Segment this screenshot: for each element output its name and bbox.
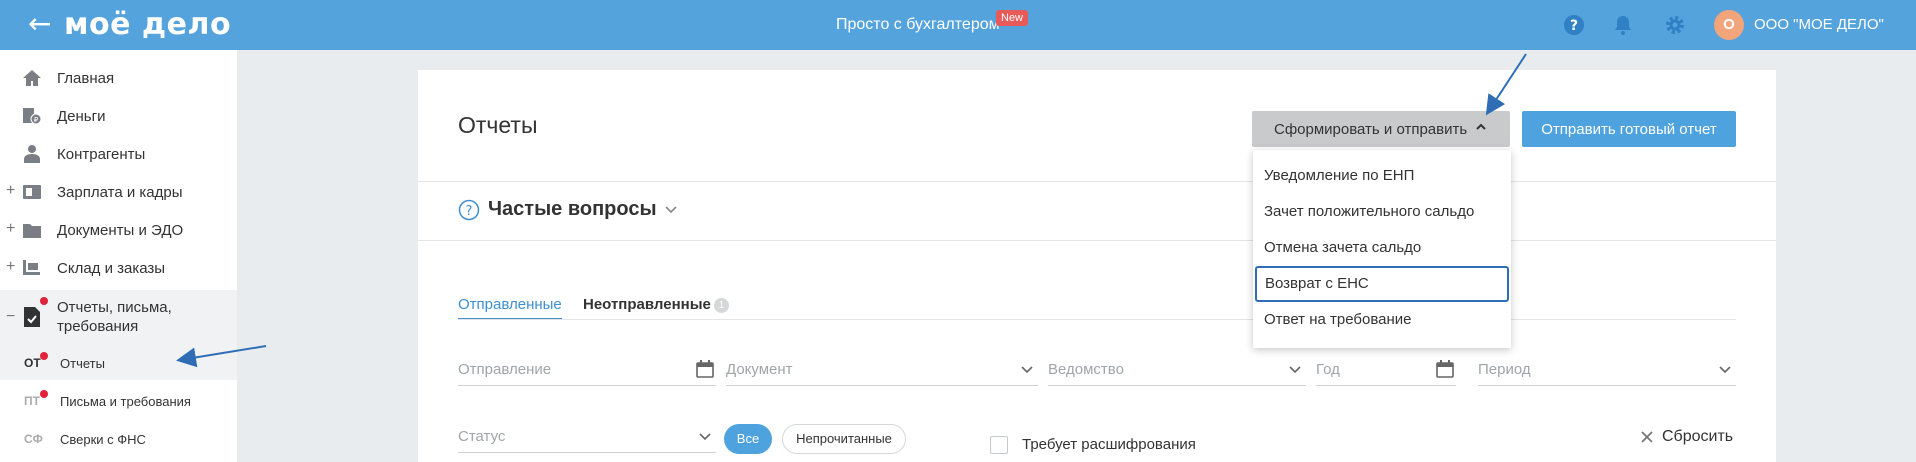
expand-icon[interactable]: + — [6, 182, 15, 200]
document-select[interactable]: Документ — [726, 352, 1038, 386]
folder-icon — [23, 224, 41, 238]
status-select[interactable]: Статус — [458, 419, 716, 453]
back-arrow-icon[interactable]: ← — [28, 9, 51, 39]
top-bar: ← моё дело Просто с бухгалтером New ? О … — [0, 0, 1916, 50]
expand-icon[interactable]: + — [6, 258, 15, 276]
sidebar-item-label-line1: Отчеты, письма, — [57, 299, 172, 316]
field-placeholder: Документ — [726, 361, 793, 378]
help-icon[interactable]: ? — [1562, 13, 1586, 37]
svg-text:?: ? — [466, 204, 473, 219]
needs-decryption-checkbox[interactable] — [990, 436, 1008, 454]
filter-unread-pill[interactable]: Непрочитанные — [782, 424, 906, 454]
expand-icon[interactable]: + — [6, 220, 15, 238]
generate-dropdown-menu: Уведомление по ЕНП Зачет положительного … — [1253, 150, 1511, 348]
sidebar-subitem-reconciliation[interactable]: СФ Сверки с ФНС — [0, 422, 237, 456]
needs-decryption-label[interactable]: Требует расшифрования — [1022, 436, 1196, 453]
menu-item-cancel-balance-offset[interactable]: Отмена зачета сальдо — [1253, 230, 1511, 266]
sidebar-item-label: Контрагенты — [57, 146, 146, 163]
sidebar-item-main[interactable]: Главная — [0, 60, 237, 96]
sidebar-item-label-line2: требования — [57, 318, 139, 335]
svg-text:?: ? — [1570, 18, 1578, 34]
subitem-label: Отчеты — [60, 356, 105, 371]
svg-text:₽: ₽ — [34, 116, 39, 124]
field-placeholder: Отправление — [458, 361, 552, 378]
agency-select[interactable]: Ведомство — [1048, 352, 1306, 386]
menu-item-requirement-reply[interactable]: Ответ на требование — [1253, 302, 1511, 338]
chevron-up-icon — [1476, 123, 1486, 130]
home-icon — [23, 70, 41, 86]
generate-button-label: Сформировать и отправить — [1274, 120, 1468, 138]
divider — [418, 181, 1776, 182]
year-field[interactable]: Год — [1316, 352, 1456, 386]
sidebar-item-label: Главная — [57, 70, 115, 87]
contractors-icon — [24, 145, 40, 163]
notification-dot — [40, 390, 48, 398]
field-placeholder: Год — [1316, 361, 1340, 378]
field-placeholder: Статус — [458, 428, 506, 445]
tabs-underline — [458, 319, 1736, 320]
subitem-abbr: ПТ — [24, 394, 40, 408]
field-placeholder: Ведомство — [1048, 361, 1124, 378]
bell-icon[interactable] — [1611, 13, 1635, 37]
chevron-down-icon — [699, 433, 711, 441]
sidebar-item-label: Отчеты, письма, требования — [57, 298, 172, 336]
gear-icon[interactable] — [1663, 13, 1687, 37]
chevron-down-icon — [1021, 366, 1033, 374]
filter-all-pill[interactable]: Все — [724, 424, 772, 454]
sidebar-item-reports[interactable]: − Отчеты, письма, требования — [0, 290, 237, 346]
salary-icon — [23, 185, 41, 199]
sidebar-item-salary[interactable]: + Зарплата и кадры — [0, 174, 237, 210]
chevron-down-icon[interactable] — [664, 205, 678, 215]
new-badge: New — [996, 10, 1029, 26]
warehouse-icon — [23, 260, 40, 275]
menu-item-enp-notice[interactable]: Уведомление по ЕНП — [1253, 158, 1511, 194]
reports-card: Отчеты Сформировать и отправить Отправит… — [418, 70, 1776, 462]
subitem-label: Сверки с ФНС — [60, 432, 146, 447]
menu-item-ens-refund[interactable]: Возврат с ЕНС — [1255, 266, 1509, 302]
generate-and-send-button[interactable]: Сформировать и отправить — [1252, 111, 1510, 147]
divider — [418, 240, 1776, 241]
sidebar-subitem-reports[interactable]: ОТ Отчеты — [0, 346, 237, 380]
collapse-icon[interactable]: − — [6, 308, 15, 326]
tab-sent[interactable]: Отправленные — [458, 296, 562, 313]
chevron-down-icon — [1289, 366, 1301, 374]
page-title: Отчеты — [458, 112, 538, 138]
sidebar-item-label: Деньги — [57, 108, 106, 125]
calendar-icon[interactable] — [696, 360, 714, 378]
money-icon: ₽ — [23, 108, 42, 125]
sidebar-item-documents[interactable]: + Документы и ЭДО — [0, 212, 237, 248]
chevron-down-icon — [1719, 366, 1731, 374]
tab-unsent[interactable]: Неотправленные — [583, 296, 711, 313]
sidebar: Главная ₽ Деньги Контрагенты + Зарплата … — [0, 50, 237, 462]
reset-filters-button[interactable]: Сбросить — [1662, 428, 1733, 446]
sidebar-subitem-letters[interactable]: ПТ Письма и требования — [0, 384, 237, 418]
sidebar-item-contractors[interactable]: Контрагенты — [0, 136, 237, 172]
notification-dot — [40, 352, 48, 360]
sidebar-item-label: Склад и заказы — [57, 260, 166, 277]
notification-dot — [40, 297, 48, 305]
logo[interactable]: моё дело — [64, 9, 231, 41]
period-select[interactable]: Период — [1478, 352, 1736, 386]
subitem-abbr: СФ — [24, 432, 43, 446]
avatar[interactable]: О — [1714, 10, 1744, 40]
sidebar-item-warehouse[interactable]: + Склад и заказы — [0, 250, 237, 286]
sidebar-item-label: Зарплата и кадры — [57, 184, 183, 201]
sidebar-item-label: Документы и ЭДО — [57, 222, 184, 239]
reports-icon — [24, 307, 40, 327]
calendar-icon[interactable] — [1436, 360, 1454, 378]
subitem-abbr: ОТ — [24, 356, 41, 370]
question-circle-icon[interactable]: ? — [458, 199, 480, 221]
sending-date-field[interactable]: Отправление — [458, 352, 716, 386]
menu-item-positive-balance-offset[interactable]: Зачет положительного сальдо — [1253, 194, 1511, 230]
promo-link[interactable]: Просто с бухгалтером — [836, 16, 1000, 34]
subitem-label: Письма и требования — [60, 394, 191, 409]
unsent-count-badge: 1 — [714, 298, 729, 313]
field-placeholder: Период — [1478, 361, 1531, 378]
sidebar-item-money[interactable]: ₽ Деньги — [0, 98, 237, 134]
org-name[interactable]: ООО "МОЕ ДЕЛО" — [1754, 16, 1884, 33]
close-icon[interactable] — [1640, 430, 1654, 444]
faq-toggle[interactable]: Частые вопросы — [488, 198, 657, 221]
send-ready-report-button[interactable]: Отправить готовый отчет — [1522, 111, 1736, 147]
